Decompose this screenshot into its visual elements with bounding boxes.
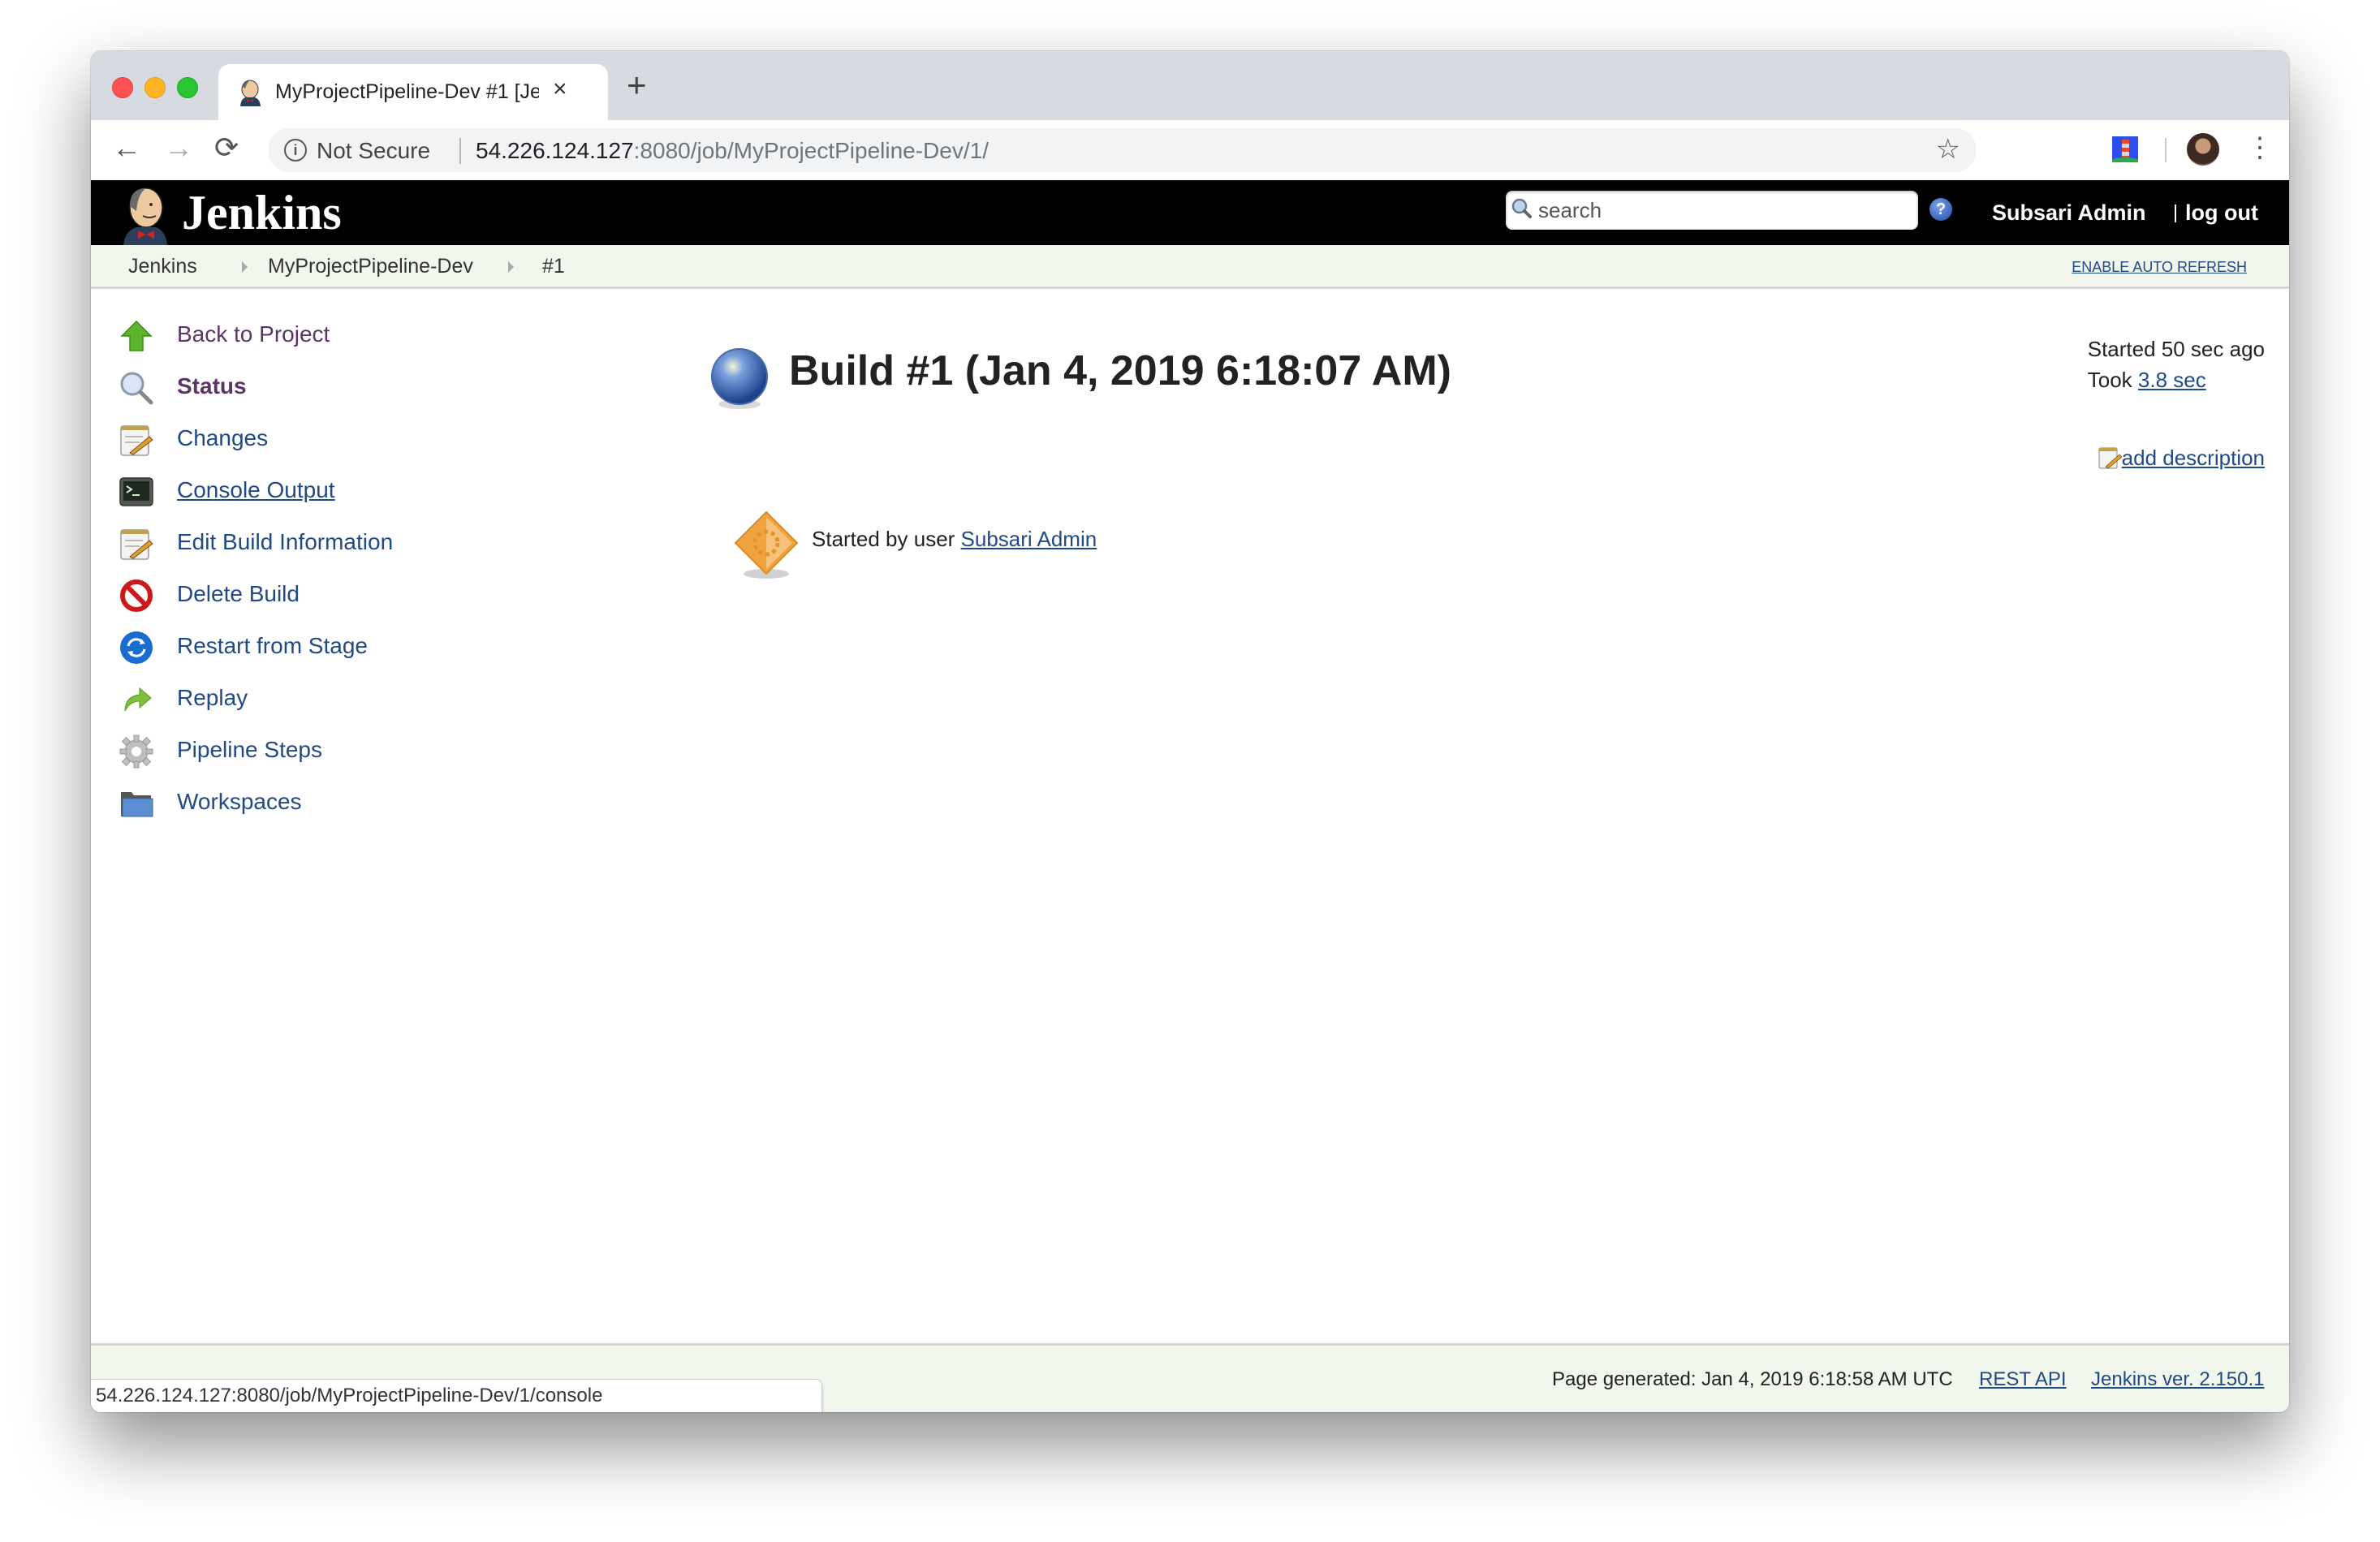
refresh-icon: [120, 631, 153, 664]
link-preview-status-bar: 54.226.124.127:8080/job/MyProjectPipelin…: [91, 1379, 822, 1412]
add-description: add description: [2098, 446, 2265, 471]
sidebar-item-status[interactable]: Status: [119, 367, 573, 407]
url-host: 54.226.124.127: [476, 138, 634, 163]
page-title: Build #1 (Jan 4, 2019 6:18:07 AM): [789, 347, 1451, 394]
sidebar-item-label: Console Output: [177, 477, 335, 502]
add-description-link[interactable]: add description: [2122, 446, 2265, 470]
breadcrumb-chevron-icon[interactable]: [508, 261, 514, 273]
sidebar-item-label: Status: [177, 373, 247, 398]
jenkins-version-link[interactable]: Jenkins ver. 2.150.1: [2091, 1368, 2264, 1391]
profile-avatar[interactable]: [2187, 133, 2219, 166]
sidebar-item-label: Pipeline Steps: [177, 737, 323, 762]
lighthouse-extension-icon[interactable]: [2112, 136, 2138, 162]
rest-api-link[interactable]: REST API: [1979, 1368, 2067, 1391]
sidebar-item-console-output[interactable]: Console Output: [119, 471, 573, 511]
security-label[interactable]: Not Secure: [317, 138, 430, 164]
redo-arrow-icon: [124, 687, 152, 712]
gear-icon: [119, 734, 153, 769]
search-icon: [120, 372, 153, 405]
help-icon[interactable]: ?: [1929, 198, 1952, 221]
maximize-window-button[interactable]: [177, 77, 198, 98]
sidebar-item-label: Replay: [177, 685, 248, 710]
sidebar-item-label: Edit Build Information: [177, 529, 394, 554]
tab-title: MyProjectPipeline-Dev #1 [Jenkins]: [275, 80, 539, 103]
back-button[interactable]: ←: [112, 131, 141, 164]
close-tab-icon[interactable]: ×: [553, 75, 567, 103]
took-label: Took: [2087, 368, 2138, 392]
info-icon[interactable]: i: [284, 139, 307, 162]
sidebar-item-restart-from-stage[interactable]: Restart from Stage: [119, 627, 573, 667]
notepad-icon: [2098, 447, 2122, 469]
new-tab-button[interactable]: +: [627, 68, 647, 102]
browser-toolbar: ← → ⟳ i Not Secure 54.226.124.127:8080/j…: [91, 120, 2289, 181]
minimize-window-button[interactable]: [144, 77, 166, 98]
sidebar-item-label: Workspaces: [177, 789, 302, 814]
build-timing: Started 50 sec ago Took 3.8 sec: [2088, 334, 2265, 395]
user-link[interactable]: Subsari Admin: [1992, 200, 2146, 226]
enable-auto-refresh-link[interactable]: ENABLE AUTO REFRESH: [2072, 259, 2247, 276]
browser-tab-active[interactable]: MyProjectPipeline-Dev #1 [Jenkins] ×: [218, 64, 608, 120]
address-divider: [459, 138, 461, 164]
bookmark-star-icon[interactable]: ☆: [1936, 133, 1960, 166]
duration-row: Took 3.8 sec: [2088, 364, 2265, 395]
started-ago-text: Started 50 sec ago: [2087, 337, 2265, 361]
logout-divider: [2175, 205, 2176, 222]
sidebar-item-label: Restart from Stage: [177, 633, 368, 658]
no-entry-icon: [120, 579, 153, 612]
terminal-icon: [119, 477, 153, 506]
browser-window: MyProjectPipeline-Dev #1 [Jenkins] × + ←…: [91, 51, 2289, 1412]
close-window-button[interactable]: [112, 77, 133, 98]
logout-link[interactable]: log out: [2185, 200, 2258, 226]
sidebar-item-replay[interactable]: Replay: [119, 678, 573, 719]
notepad-icon: [120, 425, 153, 456]
sidebar-item-label: Back to Project: [177, 321, 330, 347]
sidebar-item-workspaces[interactable]: Workspaces: [119, 782, 573, 823]
url-text[interactable]: 54.226.124.127:8080/job/MyProjectPipelin…: [476, 138, 989, 164]
toolbar-divider: [2165, 138, 2167, 162]
browser-menu-icon[interactable]: ⋮: [2246, 130, 2274, 166]
breadcrumb: Jenkins MyProjectPipeline-Dev #1 ENABLE …: [91, 245, 2289, 289]
address-bar[interactable]: i Not Secure 54.226.124.127:8080/job/MyP…: [268, 128, 1977, 172]
jenkins-title[interactable]: Jenkins: [182, 185, 342, 241]
sidebar-item-label: Delete Build: [177, 581, 300, 606]
forward-button[interactable]: →: [164, 131, 193, 164]
sidebar-item-back-to-project[interactable]: Back to Project: [119, 315, 573, 355]
build-cause: Started by user Subsari Admin: [812, 527, 1097, 552]
build-status-ball-icon: [711, 348, 768, 409]
reload-button[interactable]: ⟳: [214, 131, 239, 164]
breadcrumb-project[interactable]: MyProjectPipeline-Dev: [268, 255, 473, 278]
notepad-icon: [120, 529, 153, 560]
search-input[interactable]: [1537, 196, 1905, 225]
lighthouse-ground-shape: [2112, 157, 2138, 162]
jenkins-favicon-icon: [240, 80, 261, 106]
sidebar-item-label: Changes: [177, 425, 269, 450]
cause-prefix: Started by user: [812, 527, 961, 551]
breadcrumb-chevron-icon[interactable]: [242, 261, 248, 273]
breadcrumb-jenkins[interactable]: Jenkins: [128, 255, 197, 278]
url-path: :8080/job/MyProjectPipeline-Dev/1/: [633, 138, 989, 163]
jenkins-logo-icon[interactable]: [120, 183, 170, 245]
breadcrumb-build[interactable]: #1: [542, 255, 565, 278]
tab-strip: MyProjectPipeline-Dev #1 [Jenkins] × +: [91, 51, 2289, 120]
search-icon: [1511, 198, 1532, 218]
sidebar-item-delete-build[interactable]: Delete Build: [119, 575, 573, 615]
sidebar-item-pipeline-steps[interactable]: Pipeline Steps: [119, 730, 573, 771]
up-arrow-icon: [120, 320, 153, 351]
duration-link[interactable]: 3.8 sec: [2138, 368, 2206, 392]
jenkins-header: Jenkins ? Subsari Admin log out: [91, 180, 2289, 245]
search-box: [1506, 191, 1918, 230]
sidebar-item-edit-build-information[interactable]: Edit Build Information: [119, 523, 573, 563]
cause-user-link[interactable]: Subsari Admin: [961, 527, 1097, 551]
sidebar-item-changes[interactable]: Changes: [119, 419, 573, 459]
page-generated-text: Page generated: Jan 4, 2019 6:18:58 AM U…: [1552, 1368, 1953, 1390]
lighthouse-tower-shape: [2122, 140, 2129, 157]
status-bar-url: 54.226.124.127:8080/job/MyProjectPipelin…: [96, 1385, 603, 1406]
folder-icon: [121, 792, 153, 817]
user-cause-gear-icon: [734, 510, 799, 579]
